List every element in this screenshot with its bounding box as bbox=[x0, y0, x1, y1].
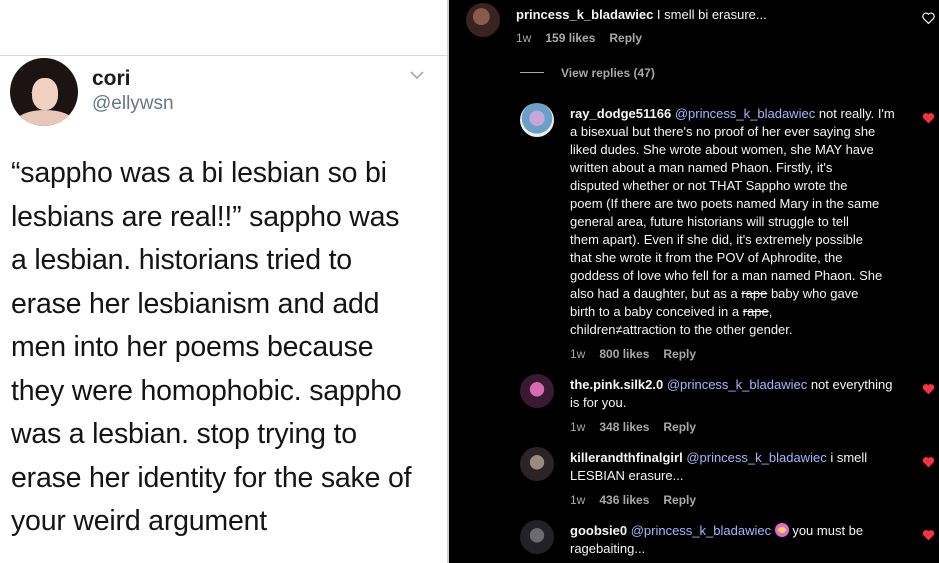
comment-body: written about a man named Phaon. Firstly… bbox=[570, 160, 833, 175]
view-replies-button[interactable]: View replies (47) bbox=[561, 66, 655, 80]
comment-body: liked dudes. She wrote about women, she … bbox=[570, 142, 874, 157]
comment-body: goddess of love who fell for a man named… bbox=[570, 268, 883, 283]
comment-meta: 1w 159 likes Reply bbox=[516, 31, 656, 45]
heart-outline-icon[interactable] bbox=[922, 12, 935, 24]
avatar[interactable] bbox=[520, 374, 554, 408]
mention-link[interactable]: @princess_k_bladawiec bbox=[667, 377, 807, 392]
heart-filled-icon[interactable] bbox=[922, 383, 935, 395]
avatar[interactable] bbox=[466, 3, 500, 37]
comment-likes[interactable]: 159 likes bbox=[545, 31, 595, 45]
reply-button[interactable]: Reply bbox=[663, 493, 696, 507]
comment-body: , bbox=[768, 304, 773, 319]
comment-text: the.pink.silk2.0 @princess_k_bladawiec n… bbox=[570, 376, 915, 412]
heart-filled-icon[interactable] bbox=[922, 529, 935, 541]
divider bbox=[520, 72, 544, 73]
comment-username[interactable]: goobsie0 bbox=[570, 523, 627, 538]
heart-filled-icon[interactable] bbox=[922, 112, 935, 124]
avatar[interactable] bbox=[10, 58, 78, 126]
comment-likes[interactable]: 348 likes bbox=[599, 420, 649, 434]
comment-text: ray_dodge51166 @princess_k_bladawiec not… bbox=[570, 105, 915, 339]
mention-link[interactable]: @princess_k_bladawiec bbox=[631, 523, 771, 538]
tweet-line: a lesbian. historians tried to bbox=[11, 244, 352, 276]
reply-button[interactable]: Reply bbox=[663, 420, 696, 434]
comment-body: a bisexual but there's no proof of her e… bbox=[570, 124, 876, 139]
emoji-icon bbox=[774, 523, 789, 537]
tweet-line: lesbians are real!!” sappho was bbox=[11, 200, 400, 233]
tweet-line: erase her lesbianism and add bbox=[11, 287, 380, 320]
avatar[interactable] bbox=[520, 520, 554, 554]
tweet-text: “sappho was a bi lesbian so bi lesbians … bbox=[11, 152, 441, 544]
tweet-author-name[interactable]: cori bbox=[92, 67, 131, 91]
comment-body: you must be bbox=[788, 523, 864, 538]
divider bbox=[0, 55, 449, 56]
avatar[interactable] bbox=[520, 103, 554, 137]
comment-body: LESBIAN erasure... bbox=[570, 468, 684, 483]
comment-body: baby who gave bbox=[767, 286, 859, 301]
comment-time: 1w bbox=[516, 31, 532, 45]
comment-body: that she wrote it from the POV of Aphrod… bbox=[570, 250, 843, 265]
reply-button[interactable]: Reply bbox=[609, 31, 642, 45]
tweet-line: men into her poems because bbox=[11, 331, 374, 363]
comment-body: is for you. bbox=[570, 395, 627, 410]
tweet-line: was a lesbian. stop trying to bbox=[11, 418, 357, 450]
comment-body: birth to a baby conceived in a bbox=[570, 304, 743, 319]
comment-body: them apart). Even if she did, it's extre… bbox=[570, 232, 863, 247]
comment-likes[interactable]: 800 likes bbox=[599, 347, 649, 361]
comment-text: princess_k_bladawiec I smell bi erasure.… bbox=[516, 6, 916, 24]
comment-body: I smell bi erasure... bbox=[653, 7, 767, 22]
mention-link[interactable]: @princess_k_bladawiec bbox=[675, 106, 815, 121]
avatar[interactable] bbox=[520, 447, 554, 481]
tweet-line: they were homophobic. sappho bbox=[11, 374, 402, 407]
comment-body: disputed whether or not THAT Sappho wrot… bbox=[570, 178, 848, 193]
comment-text: goobsie0 @princess_k_bladawiec you must … bbox=[570, 522, 915, 558]
mention-link[interactable]: @princess_k_bladawiec bbox=[686, 450, 826, 465]
comment-time: 1w bbox=[570, 420, 586, 434]
reply-button[interactable]: Reply bbox=[663, 347, 696, 361]
comment-body: children≠attraction to the other gender. bbox=[570, 322, 793, 337]
tweet-line: erase her identity for the sake of bbox=[11, 461, 412, 494]
comment-time: 1w bbox=[570, 347, 586, 361]
censored-word: rape bbox=[741, 286, 768, 301]
comment-time: 1w bbox=[570, 493, 586, 507]
tweet-line: “sappho was a bi lesbian so bi bbox=[11, 157, 387, 189]
comment-username[interactable]: killerandthfinalgirl bbox=[570, 450, 683, 465]
comment-body: ragebaiting... bbox=[570, 541, 646, 556]
comment-text: killerandthfinalgirl @princess_k_bladawi… bbox=[570, 449, 915, 485]
comment-body: poem (If there are two poets named Mary … bbox=[570, 196, 880, 211]
heart-filled-icon[interactable] bbox=[922, 456, 935, 468]
censored-word: rape bbox=[742, 304, 769, 319]
comment-body: general area, future historians will str… bbox=[570, 214, 849, 229]
comment-meta: 1w 436 likes Reply bbox=[570, 493, 710, 507]
tweet-author-handle[interactable]: @ellywsn bbox=[92, 93, 174, 115]
tweet-card: cori @ellywsn “sappho was a bi lesbian s… bbox=[0, 0, 449, 563]
comment-likes[interactable]: 436 likes bbox=[599, 493, 649, 507]
comment-meta: 1w 348 likes Reply bbox=[570, 420, 710, 434]
comment-body: i smell bbox=[826, 450, 868, 465]
tweet-line: your weird argument bbox=[11, 505, 267, 537]
comment-username[interactable]: ray_dodge51166 bbox=[570, 106, 671, 121]
comment-username[interactable]: the.pink.silk2.0 bbox=[570, 377, 663, 392]
comment-meta: 1w 800 likes Reply bbox=[570, 347, 710, 361]
comment-body: not really. I'm bbox=[815, 106, 895, 121]
comment-username[interactable]: princess_k_bladawiec bbox=[516, 7, 653, 22]
comment-body: not everything bbox=[807, 377, 893, 392]
chevron-down-icon[interactable] bbox=[410, 68, 424, 82]
comment-body: also had a daughter, but as a bbox=[570, 286, 742, 301]
